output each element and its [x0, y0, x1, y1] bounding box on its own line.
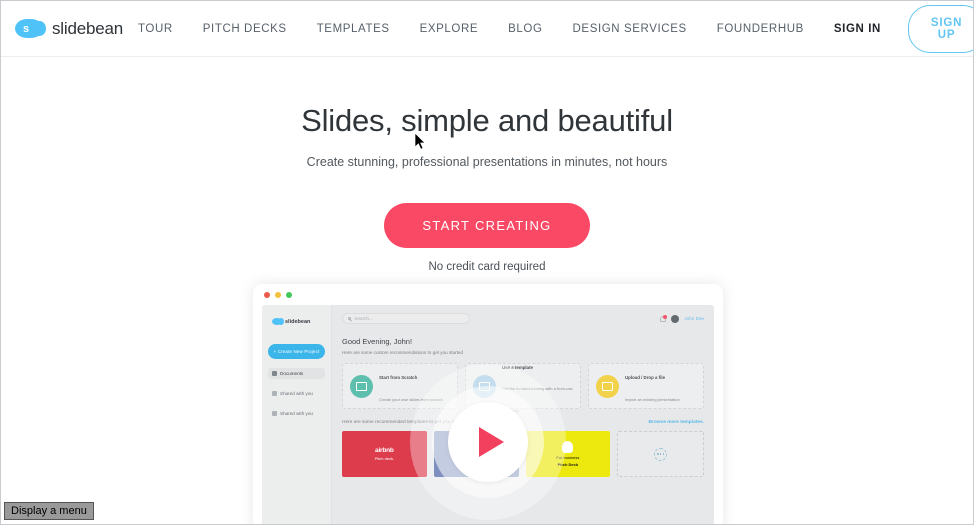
mockup-search-placeholder: Search... [354, 316, 373, 321]
site-header: s slidebean TOUR PITCH DECKS TEMPLATES E… [1, 1, 973, 57]
nav-item-blog[interactable]: BLOG [493, 23, 557, 35]
play-triangle-icon [479, 427, 504, 457]
mockup-topbar: Search... John Doe [342, 313, 704, 324]
search-icon [348, 316, 352, 321]
mockup-template-card-more[interactable] [617, 431, 704, 477]
main-navigation: TOUR PITCH DECKS TEMPLATES EXPLORE BLOG … [123, 4, 973, 53]
status-tooltip: Display a menu [4, 502, 94, 520]
mockup-sidebar-item-documents[interactable]: Documents [268, 368, 325, 379]
cta-container: START CREATING No credit card required [1, 203, 973, 273]
mockup-browse-more-templates-link[interactable]: Browse more templates. [649, 420, 704, 425]
mockup-greeting: Good Evening, John! [342, 337, 413, 346]
mockup-card-desc: Import an existing presentation [625, 397, 680, 402]
share-icon [272, 391, 277, 396]
page-title: Slides, simple and beautiful [301, 103, 673, 138]
mockup-user-area: John Doe [660, 314, 704, 323]
window-maximize-dot-icon [286, 291, 292, 298]
airbnb-logo-icon: airbnb [375, 447, 394, 454]
page-root: s slidebean TOUR PITCH DECKS TEMPLATES E… [0, 0, 974, 525]
brand-logo[interactable]: s slidebean [15, 19, 123, 39]
mockup-template-sub: Pitch deck. [374, 456, 395, 461]
mockup-sidebar-label: Documents [280, 371, 304, 376]
nav-item-sign-in[interactable]: SIGN IN [819, 23, 896, 35]
mockup-sidebar-brand-name: slidebean [285, 318, 311, 325]
app-screenshot-mockup: slidebean + Create New Project Documents… [253, 284, 723, 524]
mockup-sidebar-label: Shared with you [280, 411, 313, 416]
slidebean-bean-icon-small [272, 318, 284, 325]
mockup-search-input[interactable]: Search... [342, 313, 470, 324]
mockup-card-upload-file[interactable]: Upload / Drop a file Import an existing … [588, 363, 704, 409]
notification-bell-icon[interactable] [660, 315, 667, 322]
mockup-sidebar: slidebean + Create New Project Documents… [262, 305, 332, 524]
window-minimize-dot-icon [275, 291, 281, 298]
cta-note: No credit card required [428, 261, 546, 273]
nav-item-design-services[interactable]: DESIGN SERVICES [558, 23, 702, 35]
nav-item-founderhub[interactable]: FOUNDERHUB [702, 23, 819, 35]
nav-item-explore[interactable]: EXPLORE [405, 23, 494, 35]
start-creating-button[interactable]: START CREATING [384, 203, 590, 248]
share-icon [272, 411, 277, 416]
nav-item-templates[interactable]: TEMPLATES [302, 23, 405, 35]
mockup-card-title: Start from Scratch [379, 375, 418, 381]
nav-item-pitch-decks[interactable]: PITCH DECKS [188, 23, 302, 35]
slidebean-bean-icon: s [15, 19, 46, 38]
window-close-dot-icon [264, 291, 270, 298]
document-icon [272, 371, 277, 376]
mockup-sidebar-item-shared-2[interactable]: Shared with you [268, 408, 325, 419]
hero-subtitle: Create stunning, professional presentati… [306, 155, 668, 169]
video-play-button[interactable] [410, 364, 566, 520]
mockup-window-chrome [253, 284, 723, 305]
play-button-core [448, 402, 528, 482]
sign-up-button[interactable]: SIGN UP [907, 4, 973, 53]
brand-name: slidebean [52, 18, 123, 38]
more-options-icon [654, 447, 668, 461]
hero-section: Slides, simple and beautiful Create stun… [1, 57, 973, 273]
mockup-create-new-project-button[interactable]: + Create New Project [268, 344, 325, 359]
mockup-sidebar-brand: slidebean [272, 318, 325, 325]
scratch-slide-icon [350, 374, 373, 398]
nav-item-tour[interactable]: TOUR [123, 23, 188, 35]
mockup-card-title: Upload / Drop a file [625, 375, 666, 381]
mockup-sidebar-label: Shared with you [280, 391, 313, 396]
play-button-ring [432, 386, 544, 498]
avatar[interactable] [671, 314, 680, 323]
mockup-sidebar-item-shared-1[interactable]: Shared with you [268, 388, 325, 399]
brand-mark-letter: s [22, 22, 30, 35]
upload-icon [596, 374, 619, 398]
mockup-user-name: John Doe [684, 316, 704, 321]
